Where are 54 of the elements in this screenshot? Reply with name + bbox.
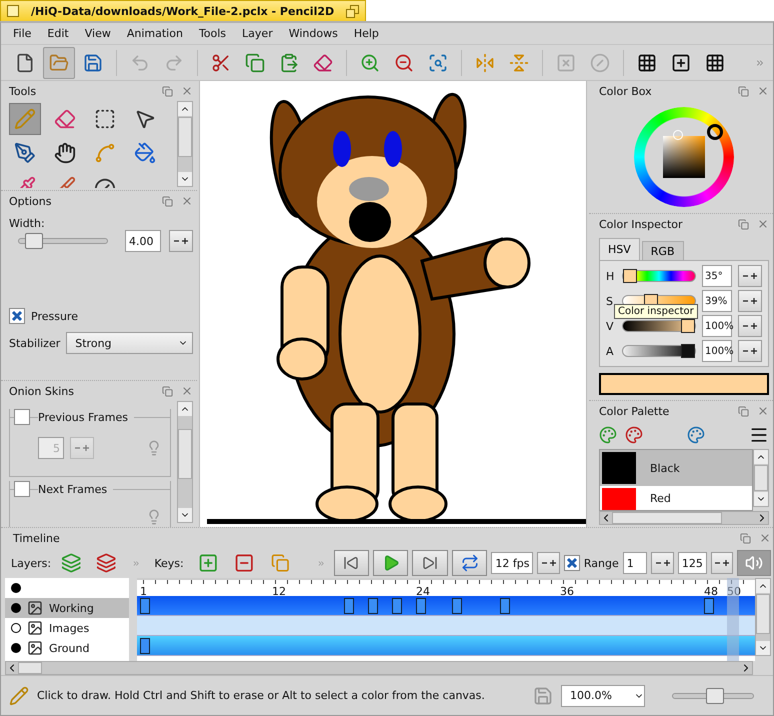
value-field[interactable]: 35° bbox=[702, 265, 732, 287]
group-label: Next Frames bbox=[38, 482, 114, 496]
menu-item[interactable]: Help bbox=[346, 27, 387, 40]
frame-number: 1 bbox=[140, 585, 147, 598]
timeline-tracks[interactable]: 1 12 24 36 48 50 bbox=[137, 578, 755, 661]
window-title: /HiQ-Data/downloads/Work_File-2.pclx - Pencil2D bbox=[30, 4, 336, 18]
menu-item[interactable]: Animation bbox=[118, 27, 191, 40]
menu-item[interactable]: Edit bbox=[39, 27, 77, 40]
menu-item[interactable]: Tools bbox=[190, 27, 234, 40]
menu-item[interactable]: Windows bbox=[280, 27, 346, 40]
group-label: Previous Frames bbox=[38, 410, 134, 424]
panel-title: Options bbox=[9, 194, 52, 208]
menu-item[interactable]: Layer bbox=[234, 27, 281, 40]
panel-title: Color Box bbox=[599, 84, 653, 98]
panel-title: Onion Skins bbox=[9, 384, 75, 398]
panel-title: Tools bbox=[9, 84, 38, 98]
layer-name: Ground bbox=[49, 642, 90, 654]
width-field[interactable]: 4.00 bbox=[125, 230, 161, 252]
menu-item[interactable]: File bbox=[5, 27, 40, 40]
frame-number: 24 bbox=[416, 585, 430, 598]
value-field[interactable]: 100% bbox=[702, 315, 732, 337]
frame-number: 12 bbox=[272, 585, 286, 598]
zoom-field[interactable]: 100.0% bbox=[561, 684, 645, 706]
channel-label: V bbox=[606, 320, 615, 332]
channel-label: H bbox=[606, 270, 616, 282]
range-end-field[interactable]: 125 bbox=[678, 552, 707, 574]
frame-number: 50 bbox=[727, 585, 741, 598]
frame-number: 36 bbox=[560, 585, 574, 598]
panel-title: Timeline bbox=[12, 532, 61, 544]
width-label: Width: bbox=[9, 217, 45, 230]
menu-item[interactable]: View bbox=[76, 27, 119, 40]
fps-field[interactable]: 12 fps bbox=[491, 552, 534, 574]
panel-title: Color Palette bbox=[599, 404, 670, 418]
stabilizer-label: Stabilizer bbox=[9, 336, 60, 350]
channel-label: S bbox=[606, 294, 614, 308]
value-field[interactable]: 39% bbox=[702, 290, 732, 312]
status-message: Click to draw. Hold Ctrl and Shift to erase or Alt to select a color from the canvas. bbox=[37, 689, 486, 702]
keys-label: Keys: bbox=[154, 556, 184, 570]
tab[interactable]: HSV bbox=[599, 238, 640, 260]
tab[interactable]: RGB bbox=[642, 241, 684, 260]
tooltip: Color inspector bbox=[614, 304, 698, 319]
panel-title: Color Inspector bbox=[599, 218, 684, 230]
channel-label: A bbox=[606, 344, 615, 358]
range-label: Range bbox=[584, 556, 619, 570]
layer-name: Working bbox=[49, 602, 94, 614]
pressure-label: Pressure bbox=[31, 310, 78, 322]
layer-name: Images bbox=[49, 622, 90, 634]
palette-item[interactable]: Black bbox=[600, 450, 752, 486]
frame-number: 48 bbox=[704, 585, 718, 598]
stabilizer-dropdown[interactable]: Strong bbox=[66, 332, 193, 354]
range-start-field[interactable]: 1 bbox=[622, 552, 648, 574]
layer-row[interactable]: Working bbox=[5, 598, 129, 618]
value-field[interactable]: 100% bbox=[702, 340, 732, 362]
layers-label: Layers: bbox=[10, 556, 52, 570]
